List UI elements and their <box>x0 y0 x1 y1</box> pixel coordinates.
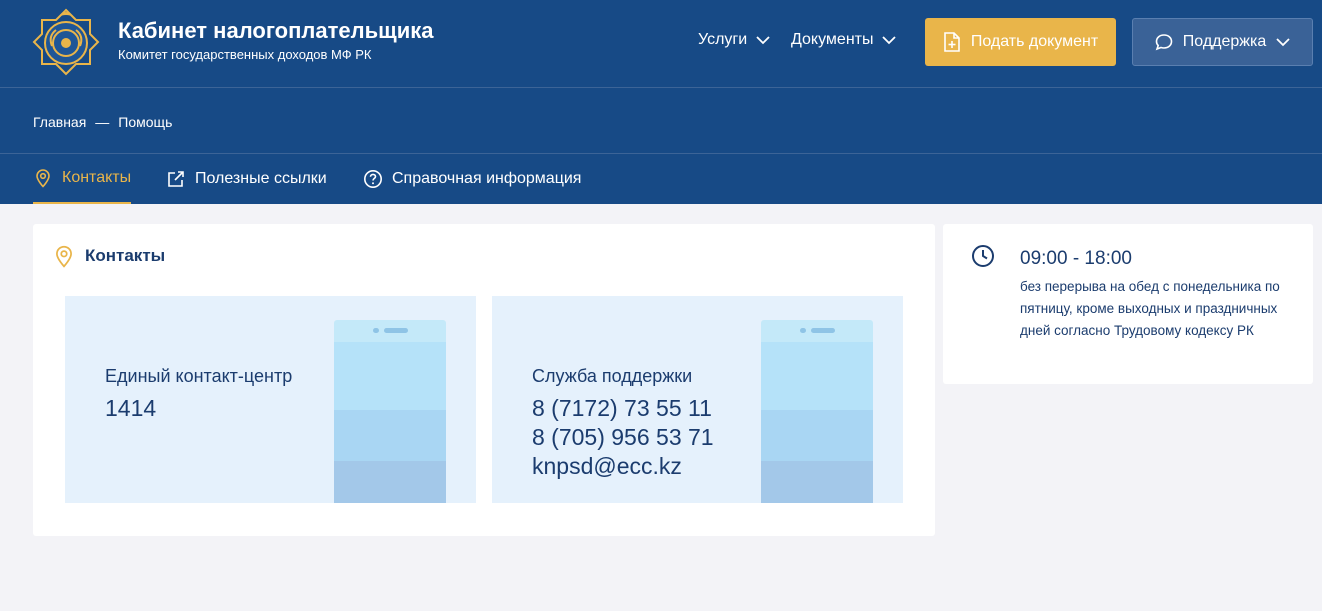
support-label: Поддержка <box>1182 33 1267 50</box>
contacts-heading: Контакты <box>53 244 165 268</box>
nav-documents[interactable]: Документы <box>791 31 897 49</box>
external-link-icon <box>168 171 184 187</box>
breadcrumb-bar: Главная — Помощь <box>0 88 1322 154</box>
support-service-label: Служба поддержки <box>532 366 693 386</box>
emblem-logo[interactable] <box>30 6 102 78</box>
app-title[interactable]: Кабинет налогоплательщика <box>118 18 433 44</box>
contacts-title: Контакты <box>85 246 166 265</box>
chevron-down-icon <box>756 35 770 44</box>
nav-documents-label: Документы <box>791 31 874 48</box>
tab-bar: Контакты Полезные ссылки Справочная инфо… <box>0 154 1322 204</box>
working-hours-card: 09:00 - 18:00 без перерыва на обед с пон… <box>943 224 1313 384</box>
contacts-card: Контакты Единый контакт-центр 1414 Служб… <box>33 224 935 536</box>
map-pin-icon <box>56 245 72 268</box>
add-document-icon <box>944 32 960 52</box>
chevron-down-icon <box>882 35 897 44</box>
chevron-down-icon <box>1276 37 1290 46</box>
breadcrumb-current: Помощь <box>118 114 173 130</box>
support-email[interactable]: knpsd@ecc.kz <box>532 452 682 481</box>
nav-services[interactable]: Услуги <box>698 31 770 49</box>
working-hours-note: без перерыва на обед с понедельника по п… <box>1020 279 1280 338</box>
contact-center-number[interactable]: 1414 <box>105 394 156 423</box>
breadcrumb-home-link[interactable]: Главная <box>33 114 86 130</box>
breadcrumb: Главная — Помощь <box>33 114 172 130</box>
app-subtitle: Комитет государственных доходов МФ РК <box>118 47 372 62</box>
question-circle-icon <box>364 170 382 188</box>
support-phone-1[interactable]: 8 (7172) 73 55 11 <box>532 394 712 423</box>
support-phone-2[interactable]: 8 (705) 956 53 71 <box>532 423 714 452</box>
contact-center-box: Единый контакт-центр 1414 <box>65 296 476 503</box>
chat-bubble-icon <box>1155 34 1173 51</box>
tab-contacts-label: Контакты <box>62 169 132 186</box>
map-pin-icon <box>36 169 50 188</box>
breadcrumb-separator: — <box>95 114 110 130</box>
tab-useful-links-label: Полезные ссылки <box>195 170 327 187</box>
top-header: Кабинет налогоплательщика Комитет госуда… <box>0 0 1322 88</box>
nav-services-label: Услуги <box>698 31 748 48</box>
phone-illustration <box>334 320 446 503</box>
contact-center-label: Единый контакт-центр <box>105 366 293 386</box>
tab-useful-links[interactable]: Полезные ссылки <box>166 154 327 204</box>
phone-illustration <box>761 320 873 503</box>
tab-contacts[interactable]: Контакты <box>33 154 132 204</box>
tab-reference-info[interactable]: Справочная информация <box>363 154 581 204</box>
support-button[interactable]: Поддержка <box>1132 18 1313 66</box>
working-hours: 09:00 - 18:00 <box>1020 248 1132 269</box>
tab-reference-info-label: Справочная информация <box>392 170 582 187</box>
support-service-box: Служба поддержки 8 (7172) 73 55 11 8 (70… <box>492 296 903 503</box>
submit-document-button[interactable]: Подать документ <box>925 18 1116 66</box>
submit-document-label: Подать документ <box>970 33 1099 50</box>
clock-icon <box>972 245 994 267</box>
